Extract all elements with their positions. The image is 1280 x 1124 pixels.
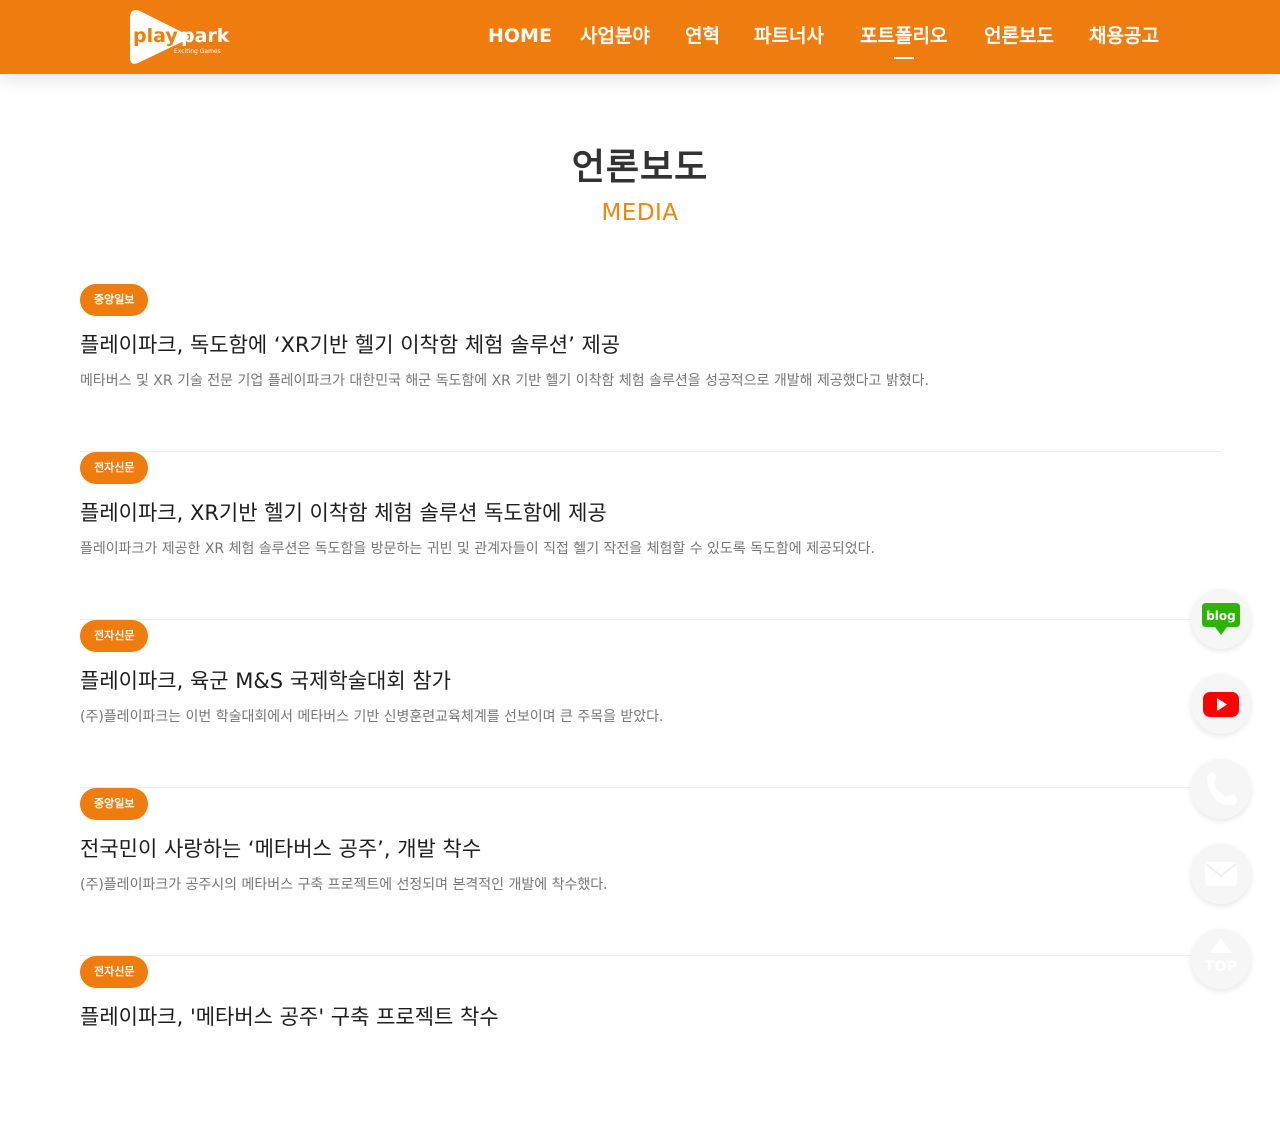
youtube-button[interactable] bbox=[1191, 674, 1251, 734]
article-title[interactable]: 전국민이 사랑하는 ‘메타버스 공주’, 개발 착수 bbox=[80, 833, 481, 863]
press-item[interactable]: 중앙일보 전국민이 사랑하는 ‘메타버스 공주’, 개발 착수 (주)플레이파크… bbox=[80, 788, 1221, 956]
nav-item-history[interactable]: 연혁 bbox=[685, 22, 720, 52]
source-badge: 전자신문 bbox=[80, 452, 149, 484]
source-badge: 전자신문 bbox=[80, 956, 149, 988]
nav-item-business[interactable]: 사업분야 bbox=[580, 22, 650, 52]
article-summary: (주)플레이파크가 공주시의 메타버스 구축 프로젝트에 선정되며 본격적인 개… bbox=[80, 877, 608, 893]
source-badge: 중앙일보 bbox=[80, 788, 149, 820]
source-badge: 전자신문 bbox=[80, 620, 149, 652]
article-title[interactable]: 플레이파크, XR기반 헬기 이착함 체험 솔루션 독도함에 제공 bbox=[80, 497, 607, 527]
page-subtitle: MEDIA bbox=[601, 200, 679, 226]
nav-item-press[interactable]: 언론보도 bbox=[984, 22, 1054, 52]
article-summary: (주)플레이파크는 이번 학술대회에서 메타버스 기반 신병훈련교육체계를 선보… bbox=[80, 709, 664, 725]
press-item[interactable]: 전자신문 플레이파크, 육군 M&S 국제학술대회 참가 (주)플레이파크는 이… bbox=[80, 620, 1221, 788]
blog-button[interactable]: blog bbox=[1191, 589, 1251, 649]
nav-item-home[interactable]: HOME bbox=[488, 22, 552, 52]
blog-label: blog bbox=[1206, 609, 1236, 623]
article-title[interactable]: 플레이파크, 독도함에 ‘XR기반 헬기 이착함 체험 솔루션’ 제공 bbox=[80, 329, 620, 359]
article-title[interactable]: 플레이파크, 육군 M&S 국제학술대회 참가 bbox=[80, 665, 451, 695]
press-item[interactable]: 전자신문 플레이파크, '메타버스 공주' 구축 프로젝트 착수 bbox=[80, 956, 1221, 1124]
page-title: 언론보도 bbox=[571, 147, 709, 188]
phone-icon bbox=[1207, 773, 1237, 806]
press-item[interactable]: 전자신문 플레이파크, XR기반 헬기 이착함 체험 솔루션 독도함에 제공 플… bbox=[80, 452, 1221, 620]
press-item[interactable]: 중앙일보 플레이파크, 독도함에 ‘XR기반 헬기 이착함 체험 솔루션’ 제공… bbox=[80, 284, 1221, 452]
nav-item-portfolio[interactable]: 포트폴리오 bbox=[860, 22, 947, 59]
nav-item-partners[interactable]: 파트너사 bbox=[754, 22, 824, 52]
phone-button[interactable] bbox=[1191, 759, 1251, 819]
mail-icon bbox=[1205, 862, 1237, 886]
source-badge: 중앙일보 bbox=[80, 284, 149, 316]
site-header: play park Exciting Games HOME 사업분야 연혁 파트… bbox=[0, 0, 1280, 74]
blog-icon: blog bbox=[1202, 603, 1240, 635]
nav-item-careers[interactable]: 채용공고 bbox=[1089, 22, 1159, 52]
main-nav: HOME 사업분야 연혁 파트너사 포트폴리오 언론보도 채용공고 bbox=[0, 0, 1280, 74]
mail-button[interactable] bbox=[1191, 844, 1251, 904]
article-title[interactable]: 플레이파크, '메타버스 공주' 구축 프로젝트 착수 bbox=[80, 1001, 499, 1031]
top-label: TOP bbox=[1204, 959, 1238, 975]
article-summary: 플레이파크가 제공한 XR 체험 솔루션은 독도함을 방문하는 귀빈 및 관계자… bbox=[80, 541, 875, 557]
scroll-top-button[interactable]: TOP bbox=[1191, 929, 1251, 989]
press-list: 중앙일보 플레이파크, 독도함에 ‘XR기반 헬기 이착함 체험 솔루션’ 제공… bbox=[80, 284, 1221, 1124]
article-summary: 메타버스 및 XR 기술 전문 기업 플레이파크가 대한민국 해군 독도함에 X… bbox=[80, 373, 929, 389]
youtube-icon bbox=[1203, 692, 1239, 717]
